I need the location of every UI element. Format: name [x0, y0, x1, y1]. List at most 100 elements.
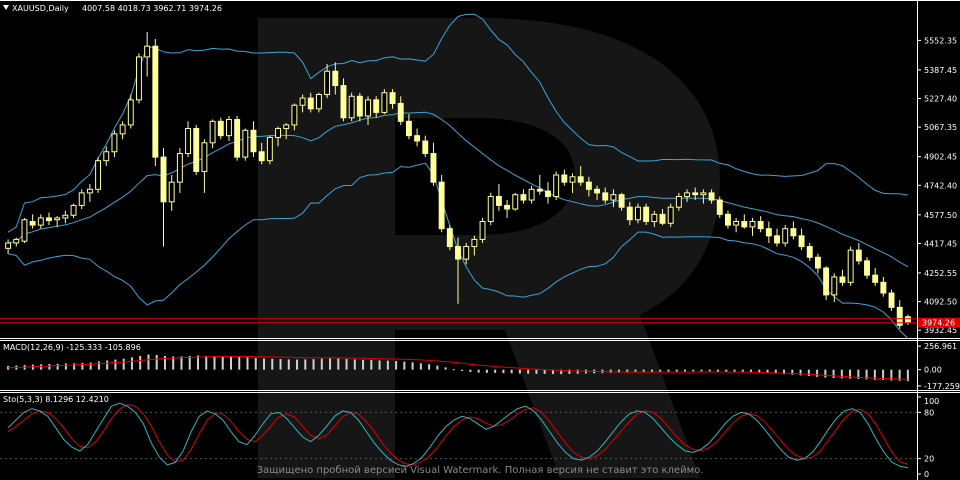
candle-body: [209, 120, 216, 144]
candle-body: [667, 206, 674, 224]
candle-body: [176, 153, 183, 183]
macd-histogram-bar: [254, 357, 257, 370]
candle-body: [299, 97, 306, 106]
price-tick-label: 5387.45: [924, 66, 957, 75]
collapse-triangle-icon: [3, 5, 9, 10]
price-axis: 5552.35 5387.45 5227.40 5067.35 4902.45 4742.…: [917, 36, 957, 335]
macd-histogram-bar: [675, 369, 678, 372]
candle-body: [700, 192, 707, 196]
candle: [774, 228, 780, 247]
candle: [888, 289, 895, 311]
macd-histogram-bar: [263, 358, 266, 370]
candle-body: [37, 217, 44, 226]
price-tick-label: 4577.50: [924, 211, 957, 220]
candle-body: [635, 206, 641, 221]
candle: [217, 117, 224, 140]
macd-header-label: MACD(12,26,9) -125.333 -105.896: [3, 343, 141, 352]
macd-histogram-bar: [296, 359, 299, 370]
candle-body: [136, 56, 142, 101]
candle-body: [13, 238, 20, 244]
macd-histogram-bar: [494, 369, 497, 373]
candle: [790, 221, 797, 240]
candle: [855, 242, 862, 265]
candle-body: [610, 194, 617, 201]
macd-panel: [7, 354, 909, 382]
macd-histogram-bar: [535, 369, 538, 374]
candle-body: [373, 99, 380, 113]
macd-histogram-bar: [205, 355, 208, 370]
candle-body: [904, 316, 911, 324]
candle: [545, 182, 551, 204]
candle-body: [561, 174, 568, 183]
macd-histogram-bar: [659, 369, 662, 372]
candle: [847, 246, 854, 286]
candle-body: [888, 292, 895, 308]
candle: [741, 214, 748, 229]
candle: [242, 128, 249, 161]
macd-histogram-bar: [543, 369, 546, 374]
stoch-tick-label: 100: [924, 397, 939, 406]
candle-body: [70, 204, 77, 216]
candle: [250, 121, 257, 158]
macd-histogram-bar: [386, 360, 389, 370]
macd-histogram-bar: [287, 359, 290, 370]
stochastic-axis: 100 80 20 0: [917, 396, 939, 479]
candle-body: [381, 92, 388, 113]
macd-histogram-bar: [180, 356, 183, 370]
candle: [266, 135, 273, 165]
candle: [86, 183, 93, 202]
candle: [62, 210, 69, 224]
candle: [880, 276, 887, 297]
candle: [896, 300, 903, 329]
candle-body: [168, 181, 175, 203]
stoch-tick-label: 0: [924, 470, 929, 479]
price-tick-label: 5067.35: [924, 123, 957, 132]
macd-histogram-bar: [799, 369, 802, 376]
candle: [495, 183, 502, 211]
candle: [176, 148, 183, 193]
candle: [733, 217, 740, 233]
trading-chart[interactable]: 5552.35 5387.45 5227.40 5067.35 4902.45 4742.…: [0, 0, 960, 480]
macd-histogram-bar: [147, 354, 150, 370]
macd-histogram-bar: [518, 369, 521, 374]
candle: [872, 268, 879, 286]
macd-histogram-bar: [485, 369, 488, 373]
macd-histogram-bar: [106, 360, 109, 370]
macd-histogram-bar: [576, 369, 579, 374]
candle-body: [185, 127, 192, 155]
candle-body: [217, 120, 224, 137]
macd-histogram-bar: [444, 367, 447, 370]
candle-body: [62, 214, 69, 219]
candle-body: [250, 129, 257, 153]
macd-histogram-bar: [345, 359, 348, 370]
price-tick-label: 5227.40: [924, 95, 957, 104]
candle: [5, 239, 12, 254]
candle-body: [594, 188, 601, 194]
candle-body: [438, 181, 445, 230]
candle-body: [340, 85, 347, 119]
candle-body: [405, 120, 412, 137]
candle-body: [520, 194, 527, 201]
macd-histogram-bar: [684, 369, 686, 372]
candle-body: [471, 238, 478, 248]
candle-body: [790, 228, 797, 237]
candle: [209, 119, 216, 149]
macd-histogram-bar: [362, 359, 365, 370]
macd-histogram-bar: [56, 363, 59, 370]
candle: [798, 228, 805, 251]
candle-body: [741, 221, 748, 228]
macd-histogram-bar: [370, 360, 373, 370]
candle: [168, 175, 175, 211]
candle-body: [324, 70, 331, 96]
macd-histogram-bar: [700, 369, 703, 372]
candle-body: [626, 206, 633, 221]
candle: [414, 128, 421, 147]
macd-histogram-bar: [502, 369, 505, 374]
candle: [144, 31, 151, 77]
macd-histogram-bar: [230, 355, 232, 370]
macd-histogram-bar: [452, 369, 455, 371]
candle-body: [692, 192, 699, 196]
candle-body: [95, 160, 102, 190]
candle-body: [430, 153, 437, 183]
candle: [536, 175, 543, 195]
